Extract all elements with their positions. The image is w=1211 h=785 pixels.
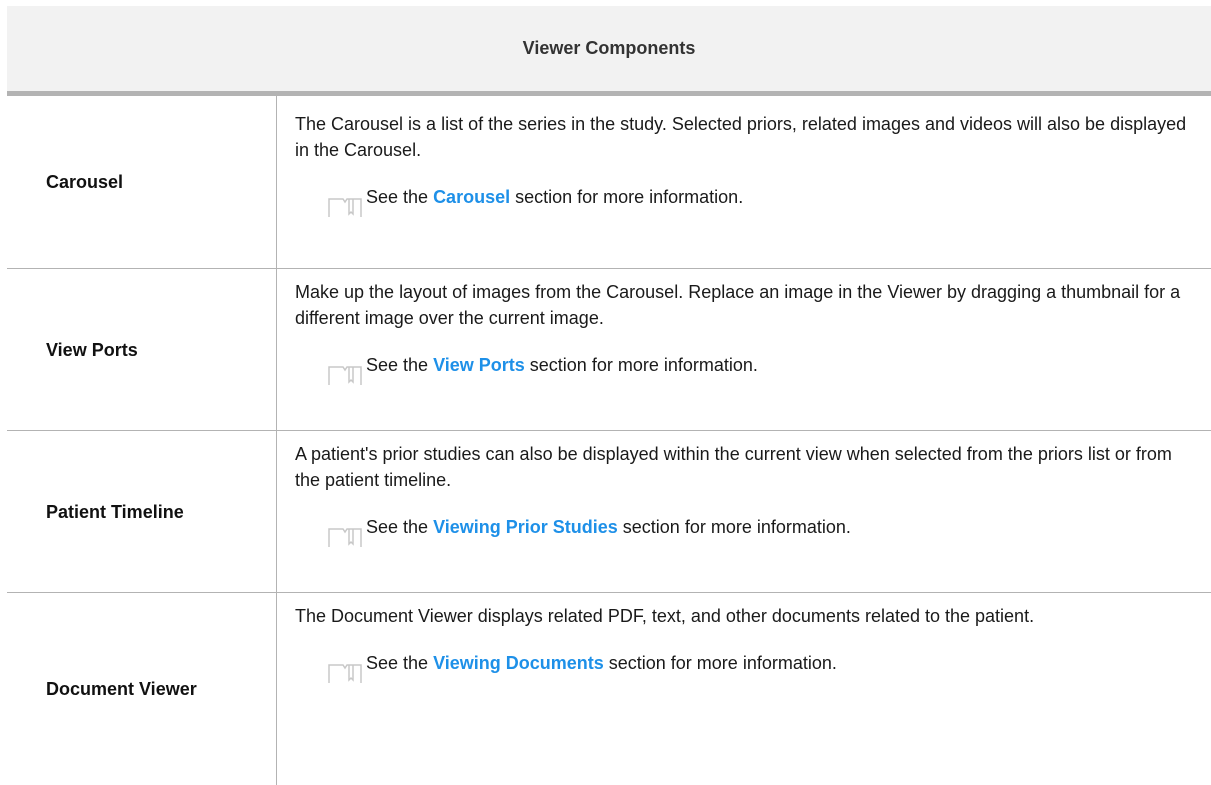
component-description: The Document Viewer displays related PDF… xyxy=(295,606,1035,626)
book-note-icon xyxy=(328,366,362,385)
see-also-text: See the Viewing Documents section for mo… xyxy=(366,650,837,676)
table-row: Document Viewer The Document Viewer disp… xyxy=(7,593,1211,785)
component-name: Patient Timeline xyxy=(46,501,184,522)
table-header: Viewer Components xyxy=(7,6,1211,96)
component-name: View Ports xyxy=(46,339,138,360)
viewing-documents-section-link[interactable]: Viewing Documents xyxy=(433,653,604,673)
book-note-icon xyxy=(328,528,362,547)
carousel-section-link[interactable]: Carousel xyxy=(433,187,510,207)
see-also-suffix: section for more information. xyxy=(524,355,758,375)
viewer-components-table: Viewer Components Carousel The Carousel … xyxy=(7,6,1211,785)
table-header-title: Viewer Components xyxy=(522,38,696,58)
component-description: Make up the layout of images from the Ca… xyxy=(295,282,1181,328)
see-also-note: See the Viewing Documents section for mo… xyxy=(328,650,1191,684)
component-name: Document Viewer xyxy=(46,679,197,699)
table-row: Carousel The Carousel is a list of the s… xyxy=(7,96,1211,269)
see-also-suffix: section for more information. xyxy=(603,653,837,673)
see-also-text: See the Viewing Prior Studies section fo… xyxy=(366,514,851,540)
component-description-cell: Make up the layout of images from the Ca… xyxy=(277,269,1211,430)
see-also-note: See the View Ports section for more info… xyxy=(328,352,1191,386)
book-note-icon xyxy=(328,664,362,683)
book-note-icon xyxy=(328,198,362,217)
see-also-note: See the Viewing Prior Studies section fo… xyxy=(328,514,1191,548)
component-description-cell: The Document Viewer displays related PDF… xyxy=(277,593,1211,785)
component-description: The Carousel is a list of the series in … xyxy=(295,114,1187,160)
component-name-cell: Document Viewer xyxy=(7,593,277,785)
component-description-cell: The Carousel is a list of the series in … xyxy=(277,96,1211,268)
component-name-cell: Patient Timeline xyxy=(7,431,277,592)
viewing-prior-studies-section-link[interactable]: Viewing Prior Studies xyxy=(433,517,618,537)
table-row: Patient Timeline A patient's prior studi… xyxy=(7,431,1211,593)
component-name-cell: Carousel xyxy=(7,96,277,268)
component-name: Carousel xyxy=(46,172,124,192)
component-name-cell: View Ports xyxy=(7,269,277,430)
see-also-prefix: See the xyxy=(366,355,434,375)
see-also-text: See the View Ports section for more info… xyxy=(366,352,758,378)
see-also-prefix: See the xyxy=(366,187,434,207)
see-also-prefix: See the xyxy=(366,517,434,537)
see-also-suffix: section for more information. xyxy=(617,517,851,537)
view-ports-section-link[interactable]: View Ports xyxy=(433,355,525,375)
component-description-cell: A patient's prior studies can also be di… xyxy=(277,431,1211,592)
see-also-text: See the Carousel section for more inform… xyxy=(366,184,743,210)
component-description: A patient's prior studies can also be di… xyxy=(295,444,1172,490)
table-row: View Ports Make up the layout of images … xyxy=(7,269,1211,431)
see-also-note: See the Carousel section for more inform… xyxy=(328,184,1191,218)
see-also-suffix: section for more information. xyxy=(510,187,744,207)
see-also-prefix: See the xyxy=(366,653,434,673)
